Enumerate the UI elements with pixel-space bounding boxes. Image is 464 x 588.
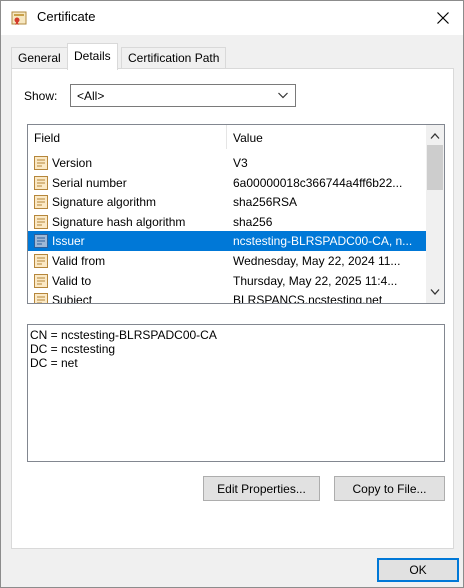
field-value: BLRSPANCS.ncstesting.net bbox=[233, 293, 383, 304]
ok-button[interactable]: OK bbox=[377, 558, 459, 582]
list-item[interactable]: Signature hash algorithm sha256 bbox=[28, 212, 426, 232]
list-item[interactable]: Valid to Thursday, May 22, 2025 11:4... bbox=[28, 271, 426, 291]
edit-properties-button[interactable]: Edit Properties... bbox=[203, 476, 320, 501]
detail-line: CN = ncstesting-BLRSPADC00-CA bbox=[30, 328, 217, 342]
tab-certification-path[interactable]: Certification Path bbox=[121, 47, 227, 69]
field-value: V3 bbox=[233, 156, 248, 170]
field-name: Issuer bbox=[52, 234, 85, 249]
detail-line: DC = ncstesting bbox=[30, 342, 116, 356]
field-name: Signature hash algorithm bbox=[52, 214, 186, 229]
field-name: Subject bbox=[52, 293, 93, 304]
field-value: 6a00000018c366744a4ff6b22... bbox=[233, 175, 403, 190]
scroll-up-icon[interactable] bbox=[430, 129, 440, 143]
vertical-scrollbar[interactable] bbox=[426, 125, 444, 303]
tab-label: Details bbox=[74, 49, 111, 63]
details-panel: Show: <All> Field Value Version V3 Seria… bbox=[11, 68, 454, 549]
field-value: Wednesday, May 22, 2024 11... bbox=[233, 253, 401, 268]
column-header-value[interactable]: Value bbox=[233, 131, 263, 145]
close-button[interactable] bbox=[423, 1, 463, 35]
scrollbar-thumb[interactable] bbox=[427, 145, 443, 190]
field-name: Signature algorithm bbox=[52, 195, 157, 210]
tab-details[interactable]: Details bbox=[67, 43, 118, 70]
close-icon bbox=[437, 12, 449, 24]
title-bar: Certificate bbox=[1, 1, 463, 35]
column-header-field[interactable]: Field bbox=[34, 131, 60, 145]
field-icon bbox=[33, 253, 49, 269]
field-detail-textbox[interactable]: CN = ncstesting-BLRSPADC00-CA DC = ncste… bbox=[27, 324, 445, 462]
field-name: Serial number bbox=[52, 175, 127, 190]
field-icon bbox=[33, 292, 49, 303]
chevron-down-icon bbox=[277, 89, 289, 104]
tab-label: Certification Path bbox=[128, 51, 220, 65]
show-label: Show: bbox=[24, 89, 58, 103]
list-item-selected[interactable]: Issuer ncstesting-BLRSPADC00-CA, n... bbox=[28, 231, 426, 251]
field-icon bbox=[33, 233, 49, 249]
field-value: sha256RSA bbox=[233, 195, 298, 210]
field-icon bbox=[33, 155, 49, 171]
detail-line: DC = net bbox=[30, 356, 78, 370]
window-title: Certificate bbox=[37, 9, 96, 24]
list-item[interactable]: Version V3 bbox=[28, 153, 426, 173]
field-value: sha256 bbox=[233, 214, 273, 229]
field-name: Version bbox=[52, 156, 93, 170]
certificate-dialog: Certificate General Details Certificatio… bbox=[0, 0, 464, 588]
field-value: Thursday, May 22, 2025 11:4... bbox=[233, 273, 398, 288]
certificate-icon bbox=[11, 10, 27, 26]
field-icon bbox=[33, 273, 49, 289]
field-icon bbox=[33, 194, 49, 210]
show-selected-value: <All> bbox=[77, 89, 105, 103]
column-divider[interactable] bbox=[226, 125, 227, 149]
field-value: ncstesting-BLRSPADC00-CA, n... bbox=[233, 234, 413, 249]
field-name: Valid from bbox=[52, 253, 106, 268]
field-name: Valid to bbox=[52, 273, 92, 288]
list-body: Version V3 Serial number 6a00000018c3667… bbox=[28, 153, 426, 304]
show-dropdown[interactable]: <All> bbox=[70, 84, 296, 107]
field-list[interactable]: Field Value Version V3 Serial number 6a0… bbox=[27, 124, 445, 304]
scroll-down-icon[interactable] bbox=[430, 285, 440, 299]
tab-general[interactable]: General bbox=[11, 47, 68, 69]
field-icon bbox=[33, 175, 49, 191]
list-item[interactable]: Valid from Wednesday, May 22, 2024 11... bbox=[28, 251, 426, 271]
list-item[interactable]: Signature algorithm sha256RSA bbox=[28, 192, 426, 212]
tab-label: General bbox=[18, 51, 61, 65]
list-header: Field Value bbox=[28, 125, 426, 149]
list-item[interactable]: Subject BLRSPANCS.ncstesting.net bbox=[28, 290, 426, 304]
copy-to-file-button[interactable]: Copy to File... bbox=[334, 476, 445, 501]
list-item[interactable]: Serial number 6a00000018c366744a4ff6b22.… bbox=[28, 173, 426, 193]
field-icon bbox=[33, 214, 49, 230]
